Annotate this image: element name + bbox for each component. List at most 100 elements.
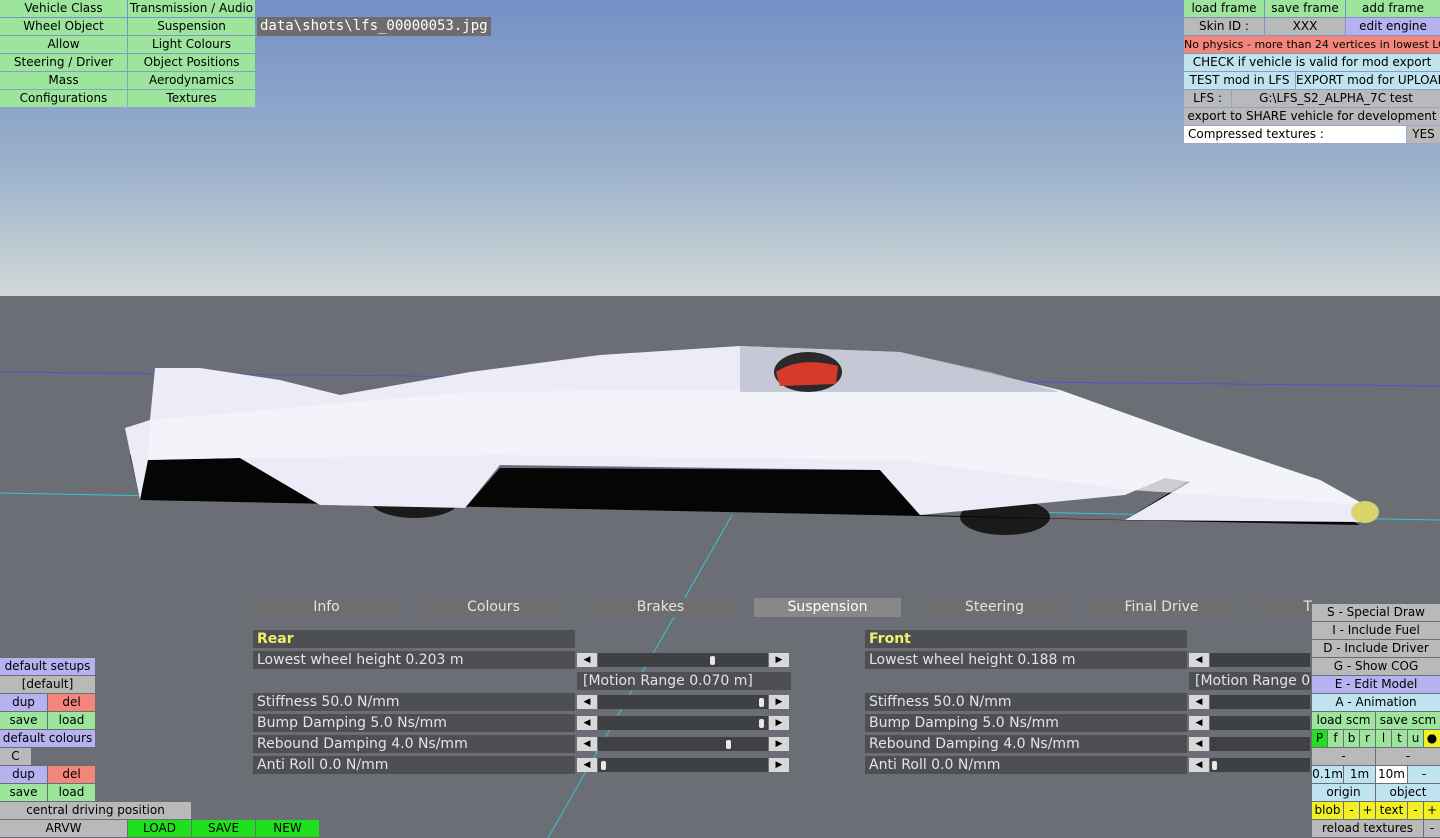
view-letter-button[interactable]: b bbox=[1344, 730, 1359, 747]
test-mod-button[interactable]: TEST mod in LFS bbox=[1184, 72, 1295, 89]
rear-antiroll-slider[interactable] bbox=[598, 758, 768, 772]
compressed-textures-toggle[interactable]: YES bbox=[1407, 126, 1440, 143]
save-setup-button[interactable]: save bbox=[0, 712, 47, 729]
save-scm-button[interactable]: save scm bbox=[1376, 712, 1440, 729]
vehicle-name-field[interactable]: ARVW bbox=[0, 820, 127, 837]
tab-t[interactable]: T bbox=[1255, 598, 1312, 617]
include-fuel-toggle[interactable]: I - Include Fuel bbox=[1312, 622, 1440, 639]
view-letter-button[interactable]: P bbox=[1312, 730, 1327, 747]
tab-brakes[interactable]: Brakes bbox=[587, 598, 734, 617]
tab-colours[interactable]: Colours bbox=[420, 598, 567, 617]
menu-item[interactable]: Textures bbox=[128, 90, 255, 107]
rear-rebound-slider-knob[interactable] bbox=[726, 740, 731, 749]
check-valid-button[interactable]: CHECK if vehicle is valid for mod export bbox=[1184, 54, 1440, 71]
special-draw-toggle[interactable]: S - Special Draw bbox=[1312, 604, 1440, 621]
menu-item[interactable]: Aerodynamics bbox=[128, 72, 255, 89]
add-frame-button[interactable]: add frame bbox=[1346, 0, 1440, 17]
rear-rebound-slider[interactable] bbox=[598, 737, 768, 751]
save-vehicle-button[interactable]: SAVE bbox=[192, 820, 255, 837]
load-scm-button[interactable]: load scm bbox=[1312, 712, 1375, 729]
front-bump-decrease-arrow[interactable]: ◀ bbox=[1189, 716, 1209, 730]
new-vehicle-button[interactable]: NEW bbox=[256, 820, 319, 837]
rear-lowest-wheel-slider[interactable] bbox=[598, 653, 768, 667]
menu-item[interactable]: Object Positions bbox=[128, 54, 255, 71]
blob-minus-button[interactable]: - bbox=[1344, 802, 1359, 819]
front-stiffness-slider[interactable] bbox=[1210, 695, 1310, 709]
view-letter-button[interactable]: u bbox=[1408, 730, 1423, 747]
menu-item[interactable]: Light Colours bbox=[128, 36, 255, 53]
text-plus-button[interactable]: + bbox=[1424, 802, 1440, 819]
menu-item[interactable]: Suspension bbox=[128, 18, 255, 35]
tab-final-drive[interactable]: Final Drive bbox=[1088, 598, 1235, 617]
share-export-button[interactable]: export to SHARE vehicle for development bbox=[1184, 108, 1440, 125]
front-stiffness-decrease-arrow[interactable]: ◀ bbox=[1189, 695, 1209, 709]
front-antiroll-slider[interactable] bbox=[1210, 758, 1310, 772]
dash-button-right[interactable]: - bbox=[1376, 748, 1440, 765]
rear-lowest-wheel-decrease-arrow[interactable]: ◀ bbox=[577, 653, 597, 667]
front-bump-slider[interactable] bbox=[1210, 716, 1310, 730]
rear-bump-slider-knob[interactable] bbox=[759, 719, 764, 728]
text-minus-button[interactable]: - bbox=[1408, 802, 1423, 819]
origin-button[interactable]: origin bbox=[1312, 784, 1375, 801]
menu-item[interactable]: Mass bbox=[0, 72, 127, 89]
rear-stiffness-slider[interactable] bbox=[598, 695, 768, 709]
view-letter-button[interactable]: t bbox=[1392, 730, 1407, 747]
animation-button[interactable]: A - Animation bbox=[1312, 694, 1440, 711]
export-mod-button[interactable]: EXPORT mod for UPLOAD bbox=[1296, 72, 1440, 89]
rear-antiroll-increase-arrow[interactable]: ▶ bbox=[769, 758, 789, 772]
rear-rebound-decrease-arrow[interactable]: ◀ bbox=[577, 737, 597, 751]
rear-antiroll-decrease-arrow[interactable]: ◀ bbox=[577, 758, 597, 772]
menu-item[interactable]: Allow bbox=[0, 36, 127, 53]
reload-minus-button[interactable]: - bbox=[1424, 820, 1440, 837]
rear-stiffness-decrease-arrow[interactable]: ◀ bbox=[577, 695, 597, 709]
rear-lowest-wheel-increase-arrow[interactable]: ▶ bbox=[769, 653, 789, 667]
colour-c-item[interactable]: C bbox=[0, 748, 31, 765]
del-colour-button[interactable]: del bbox=[48, 766, 95, 783]
front-antiroll-slider-knob[interactable] bbox=[1212, 761, 1217, 770]
front-rebound-decrease-arrow[interactable]: ◀ bbox=[1189, 737, 1209, 751]
blob-plus-button[interactable]: + bbox=[1360, 802, 1375, 819]
menu-item[interactable]: Configurations bbox=[0, 90, 127, 107]
dup-colour-button[interactable]: dup bbox=[0, 766, 47, 783]
menu-item[interactable]: Vehicle Class bbox=[0, 0, 127, 17]
view-letter-button[interactable]: f bbox=[1328, 730, 1343, 747]
step-1m-button[interactable]: 1m bbox=[1344, 766, 1375, 783]
reload-textures-button[interactable]: reload textures bbox=[1312, 820, 1423, 837]
rear-antiroll-slider-knob[interactable] bbox=[601, 761, 606, 770]
show-cog-toggle[interactable]: G - Show COG bbox=[1312, 658, 1440, 675]
load-frame-button[interactable]: load frame bbox=[1184, 0, 1264, 17]
rear-bump-increase-arrow[interactable]: ▶ bbox=[769, 716, 789, 730]
front-rebound-slider[interactable] bbox=[1210, 737, 1310, 751]
dup-setup-button[interactable]: dup bbox=[0, 694, 47, 711]
front-lowest-wheel-decrease-arrow[interactable]: ◀ bbox=[1189, 653, 1209, 667]
view-letter-button[interactable]: ● bbox=[1424, 730, 1440, 747]
rear-lowest-wheel-slider-knob[interactable] bbox=[710, 656, 715, 665]
del-setup-button[interactable]: del bbox=[48, 694, 95, 711]
load-setup-button[interactable]: load bbox=[48, 712, 95, 729]
rear-bump-decrease-arrow[interactable]: ◀ bbox=[577, 716, 597, 730]
view-letter-button[interactable]: r bbox=[1360, 730, 1375, 747]
dash-button-left[interactable]: - bbox=[1312, 748, 1375, 765]
save-frame-button[interactable]: save frame bbox=[1265, 0, 1345, 17]
rear-rebound-increase-arrow[interactable]: ▶ bbox=[769, 737, 789, 751]
step-0-1m-button[interactable]: 0.1m bbox=[1312, 766, 1343, 783]
rear-stiffness-increase-arrow[interactable]: ▶ bbox=[769, 695, 789, 709]
default-setup-item[interactable]: [default] bbox=[0, 676, 95, 693]
step-10m-button[interactable]: 10m bbox=[1376, 766, 1407, 783]
tab-info[interactable]: Info bbox=[253, 598, 400, 617]
menu-item[interactable]: Transmission / Audio bbox=[128, 0, 255, 17]
lfs-path-field[interactable]: G:\LFS_S2_ALPHA_7C test bbox=[1232, 90, 1440, 107]
central-driving-position-button[interactable]: central driving position bbox=[0, 802, 191, 819]
save-colour-button[interactable]: save bbox=[0, 784, 47, 801]
load-vehicle-button[interactable]: LOAD bbox=[128, 820, 191, 837]
include-driver-toggle[interactable]: D - Include Driver bbox=[1312, 640, 1440, 657]
menu-item[interactable]: Steering / Driver bbox=[0, 54, 127, 71]
object-button[interactable]: object bbox=[1376, 784, 1440, 801]
edit-engine-button[interactable]: edit engine bbox=[1346, 18, 1440, 35]
load-colour-button[interactable]: load bbox=[48, 784, 95, 801]
tab-steering[interactable]: Steering bbox=[921, 598, 1068, 617]
menu-item[interactable]: Wheel Object bbox=[0, 18, 127, 35]
skin-id-value[interactable]: XXX bbox=[1265, 18, 1345, 35]
tab-suspension[interactable]: Suspension bbox=[754, 598, 901, 617]
rear-bump-slider[interactable] bbox=[598, 716, 768, 730]
